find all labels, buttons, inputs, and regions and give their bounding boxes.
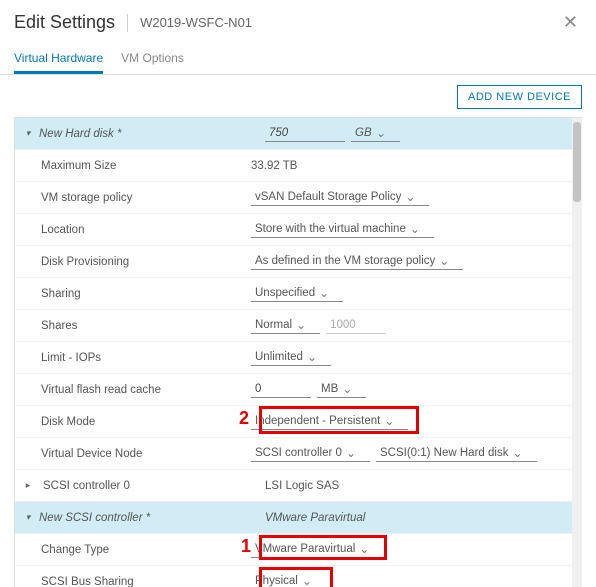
row-label: Virtual flash read cache — [41, 384, 161, 396]
row-storage-policy: VM storage policy vSAN Default Storage P… — [15, 182, 582, 214]
section-label: SCSI controller 0 — [43, 480, 130, 492]
chevron-right-icon — [21, 480, 35, 491]
add-new-device-button[interactable]: ADD NEW DEVICE — [457, 85, 582, 109]
tabs: Virtual Hardware VM Options — [0, 45, 596, 75]
dialog-subtitle: W2019-WSFC-N01 — [140, 15, 252, 30]
dialog-header: Edit Settings W2019-WSFC-N01 ✕ — [0, 0, 596, 41]
flash-cache-input[interactable]: 0 — [251, 381, 311, 398]
section-scsi-controller-0[interactable]: SCSI controller 0 LSI Logic SAS — [15, 470, 582, 502]
edit-settings-dialog: Edit Settings W2019-WSFC-N01 ✕ Virtual H… — [0, 0, 596, 567]
row-flash-cache: Virtual flash read cache 0 MB — [15, 374, 582, 406]
row-change-type: Change Type VMware Paravirtual 1 — [15, 534, 582, 566]
chevron-down-icon — [21, 512, 35, 523]
tab-vm-options[interactable]: VM Options — [121, 45, 184, 74]
section-label: New Hard disk * — [39, 128, 121, 140]
location-select[interactable]: Store with the virtual machine — [251, 221, 434, 238]
header-separator — [127, 14, 128, 32]
row-sharing: Sharing Unspecified — [15, 278, 582, 310]
disk-mode-select[interactable]: Independent - Persistent — [251, 413, 408, 430]
row-label: Disk Provisioning — [41, 256, 129, 268]
vdn-device-select[interactable]: SCSI(0:1) New Hard disk — [376, 445, 537, 462]
row-disk-mode: Disk Mode Independent - Persistent 2 — [15, 406, 582, 438]
shares-select[interactable]: Normal — [251, 317, 320, 334]
row-label: Limit - IOPs — [41, 352, 101, 364]
row-shares: Shares Normal 1000 — [15, 310, 582, 342]
sharing-select[interactable]: Unspecified — [251, 285, 343, 302]
row-label: Location — [41, 224, 84, 236]
row-label: Sharing — [41, 288, 81, 300]
close-icon[interactable]: ✕ — [559, 10, 582, 35]
change-type-select[interactable]: VMware Paravirtual — [251, 541, 383, 558]
row-label: VM storage policy — [41, 192, 132, 204]
row-scsi-bus-sharing: SCSI Bus Sharing Physical — [15, 566, 582, 587]
row-label: Shares — [41, 320, 77, 332]
scrollbar[interactable]: ▾ — [572, 118, 582, 587]
row-label: Change Type — [41, 544, 109, 556]
storage-policy-select[interactable]: vSAN Default Storage Policy — [251, 189, 429, 206]
scrollbar-thumb[interactable] — [573, 122, 581, 202]
row-virtual-device-node: Virtual Device Node SCSI controller 0 SC… — [15, 438, 582, 470]
section-new-hard-disk[interactable]: New Hard disk * 750 GB — [15, 118, 582, 150]
flash-cache-unit-select[interactable]: MB — [317, 381, 366, 398]
vdn-controller-select[interactable]: SCSI controller 0 — [251, 445, 370, 462]
annotation-label-1: 1 — [241, 536, 251, 557]
max-size-value: 33.92 TB — [251, 160, 297, 172]
row-location: Location Store with the virtual machine — [15, 214, 582, 246]
annotation-label-2: 2 — [239, 408, 249, 429]
tab-virtual-hardware[interactable]: Virtual Hardware — [14, 45, 103, 74]
scsi0-value: LSI Logic SAS — [265, 480, 339, 492]
row-limit-iops: Limit - IOPs Unlimited — [15, 342, 582, 374]
settings-list: New Hard disk * 750 GB Maximum Size 33.9… — [14, 117, 582, 587]
disk-size-unit-select[interactable]: GB — [351, 125, 400, 142]
dialog-title: Edit Settings — [14, 12, 115, 33]
row-label: SCSI Bus Sharing — [41, 576, 134, 587]
row-label: Virtual Device Node — [41, 448, 142, 460]
new-scsi-header-value: VMware Paravirtual — [265, 512, 365, 524]
row-label: Disk Mode — [41, 416, 95, 428]
bus-sharing-select[interactable]: Physical — [251, 573, 326, 587]
row-label: Maximum Size — [41, 160, 116, 172]
limit-iops-select[interactable]: Unlimited — [251, 349, 331, 366]
section-new-scsi-controller[interactable]: New SCSI controller * VMware Paravirtual — [15, 502, 582, 534]
provisioning-select[interactable]: As defined in the VM storage policy — [251, 253, 463, 270]
disk-size-input[interactable]: 750 — [265, 125, 345, 142]
section-label: New SCSI controller * — [39, 512, 150, 524]
chevron-down-icon — [21, 128, 35, 139]
row-disk-provisioning: Disk Provisioning As defined in the VM s… — [15, 246, 582, 278]
row-maximum-size: Maximum Size 33.92 TB — [15, 150, 582, 182]
shares-input[interactable]: 1000 — [326, 317, 386, 334]
settings-content: New Hard disk * 750 GB Maximum Size 33.9… — [0, 117, 596, 587]
toolbar: ADD NEW DEVICE — [0, 75, 596, 117]
